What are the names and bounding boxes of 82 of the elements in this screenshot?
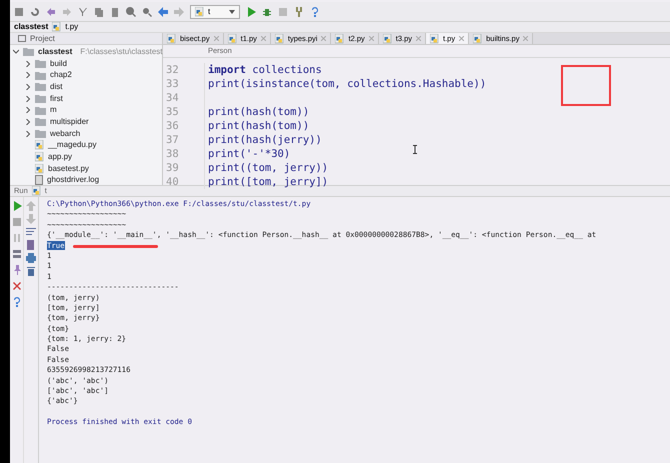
line-number: 39 [166, 160, 180, 174]
bug-icon[interactable] [262, 6, 272, 16]
line-number: 34 [166, 90, 180, 104]
run-icon[interactable] [246, 6, 256, 16]
layout-icon[interactable] [12, 249, 22, 259]
copy-icon[interactable] [94, 6, 104, 16]
tree-item-label: m [50, 104, 57, 116]
highlight-rectangle [561, 65, 611, 106]
folder-icon [35, 129, 46, 138]
tree-item[interactable]: __magedu.py [25, 140, 162, 152]
tree-item[interactable]: m [25, 104, 162, 116]
breadcrumb-item[interactable]: classtest [14, 21, 48, 33]
tree-item-label: build [50, 58, 67, 70]
paste-icon[interactable] [110, 6, 120, 16]
tree-item-label: dist [50, 80, 62, 93]
code-line: print(isinstance(tom, collections.Hashable)) [208, 78, 486, 90]
tree-item[interactable]: basetest.py [25, 162, 162, 175]
code-line: print('-'*30) [208, 148, 290, 160]
tree-item[interactable]: ghostdriver.log [25, 174, 162, 186]
help-icon[interactable] [310, 6, 320, 16]
breadcrumb-item[interactable]: t.py [52, 21, 78, 33]
tree-item-label: app.py [48, 151, 72, 164]
line-number: 33 [166, 76, 180, 90]
dropdown-caret-icon [229, 10, 235, 14]
tree-item[interactable]: webarch [25, 128, 162, 140]
project-view-icon [18, 35, 26, 42]
code-line: print((tom, jerry)) [208, 162, 328, 174]
pin-icon[interactable] [12, 265, 22, 275]
trash-icon[interactable] [26, 266, 36, 276]
tree-item[interactable]: chap2 [25, 69, 162, 82]
tree-item-label: multispider [50, 116, 89, 128]
line-number: 37 [166, 132, 180, 146]
tree-item[interactable]: app.py [25, 151, 162, 163]
wrap-icon[interactable] [26, 227, 36, 237]
save-icon[interactable] [14, 6, 24, 16]
run-icon[interactable] [12, 201, 22, 211]
folder-icon [35, 59, 46, 68]
stop-icon[interactable] [12, 217, 22, 227]
folder-path: F:\classes\stu\classtest [80, 46, 162, 58]
folder-icon [35, 117, 46, 126]
replace-icon[interactable] [142, 6, 152, 16]
code-line: print([tom, jerry]) [208, 176, 328, 188]
python-file-icon [195, 6, 204, 16]
tree-item-label: classtest [38, 46, 72, 58]
folder-icon [35, 82, 46, 92]
tree-item-label: first [50, 92, 63, 105]
tree-item[interactable]: build [25, 58, 162, 70]
text-cursor-icon [413, 145, 417, 154]
tree-item-label: chap2 [50, 69, 72, 82]
code-line: print(hash(tom)) [208, 120, 310, 132]
undo-icon[interactable] [46, 6, 56, 16]
sync-icon[interactable] [30, 6, 40, 16]
code-line: print(hash(jerry)) [208, 134, 322, 146]
tree-item[interactable]: dist [25, 81, 162, 93]
python-file-icon [35, 140, 44, 150]
python-file-icon [35, 164, 44, 174]
line-number: 36 [166, 118, 180, 132]
folder-icon [35, 94, 46, 104]
folder-icon [23, 47, 34, 56]
tree-item-label: __magedu.py [48, 139, 96, 152]
python-file-icon [35, 152, 44, 162]
folder-icon [35, 70, 46, 80]
close-icon[interactable] [459, 36, 464, 42]
close-icon[interactable] [12, 281, 22, 291]
back-arrow-icon[interactable] [158, 6, 168, 16]
project-panel-title[interactable]: Project [30, 32, 55, 44]
help-icon[interactable] [12, 297, 22, 307]
line-number: 32 [166, 62, 180, 76]
tree-item[interactable]: classtest F:\classes\stu\classtest [13, 46, 162, 58]
tree-item-label: webarch [50, 128, 80, 140]
tree-item[interactable]: multispider [25, 116, 162, 128]
tree-item[interactable]: first [25, 92, 162, 104]
folder-icon [35, 106, 46, 115]
line-number: 35 [166, 104, 180, 118]
tree-item-label: ghostdriver.log [47, 174, 100, 186]
line-number: 38 [166, 146, 180, 160]
tree-item-label: basetest.py [48, 162, 89, 175]
line-number: 40 [166, 174, 180, 188]
code-line: import collections [208, 64, 322, 76]
search-icon[interactable] [126, 6, 136, 16]
run-configuration-dropdown[interactable]: t [190, 4, 240, 18]
code-line: print(hash(tom)) [208, 106, 310, 118]
